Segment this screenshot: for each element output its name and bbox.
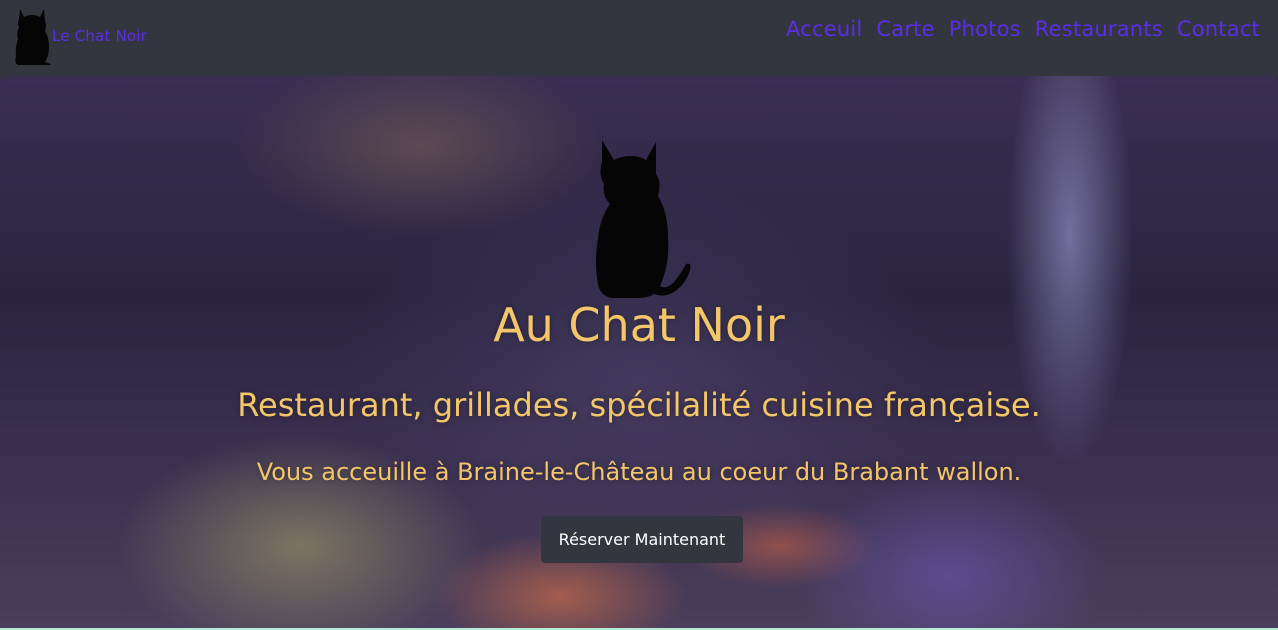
hero-tagline: Vous acceuille à Braine-le-Château au co…: [256, 458, 1022, 486]
hero-title: Au Chat Noir: [493, 298, 785, 352]
hero-subtitle: Restaurant, grillades, spécilalité cuisi…: [237, 386, 1041, 424]
nav-links: Acceuil Carte Photos Restaurants Contact: [786, 17, 1260, 41]
hero-banner: Au Chat Noir Restaurant, grillades, spéc…: [0, 76, 1278, 628]
reserve-now-button[interactable]: Réserver Maintenant: [541, 516, 743, 563]
nav-link-acceuil[interactable]: Acceuil: [786, 17, 862, 41]
black-cat-icon: [15, 9, 51, 65]
nav-link-contact[interactable]: Contact: [1177, 17, 1260, 41]
brand-name: Le Chat Noir: [52, 27, 148, 45]
nav-link-restaurants[interactable]: Restaurants: [1035, 17, 1163, 41]
nav-link-carte[interactable]: Carte: [876, 17, 934, 41]
brand-link[interactable]: Le Chat Noir: [12, 6, 147, 66]
black-cat-icon: [596, 140, 691, 298]
nav-link-photos[interactable]: Photos: [949, 17, 1021, 41]
navbar: Le Chat Noir Acceuil Carte Photos Restau…: [0, 0, 1278, 76]
